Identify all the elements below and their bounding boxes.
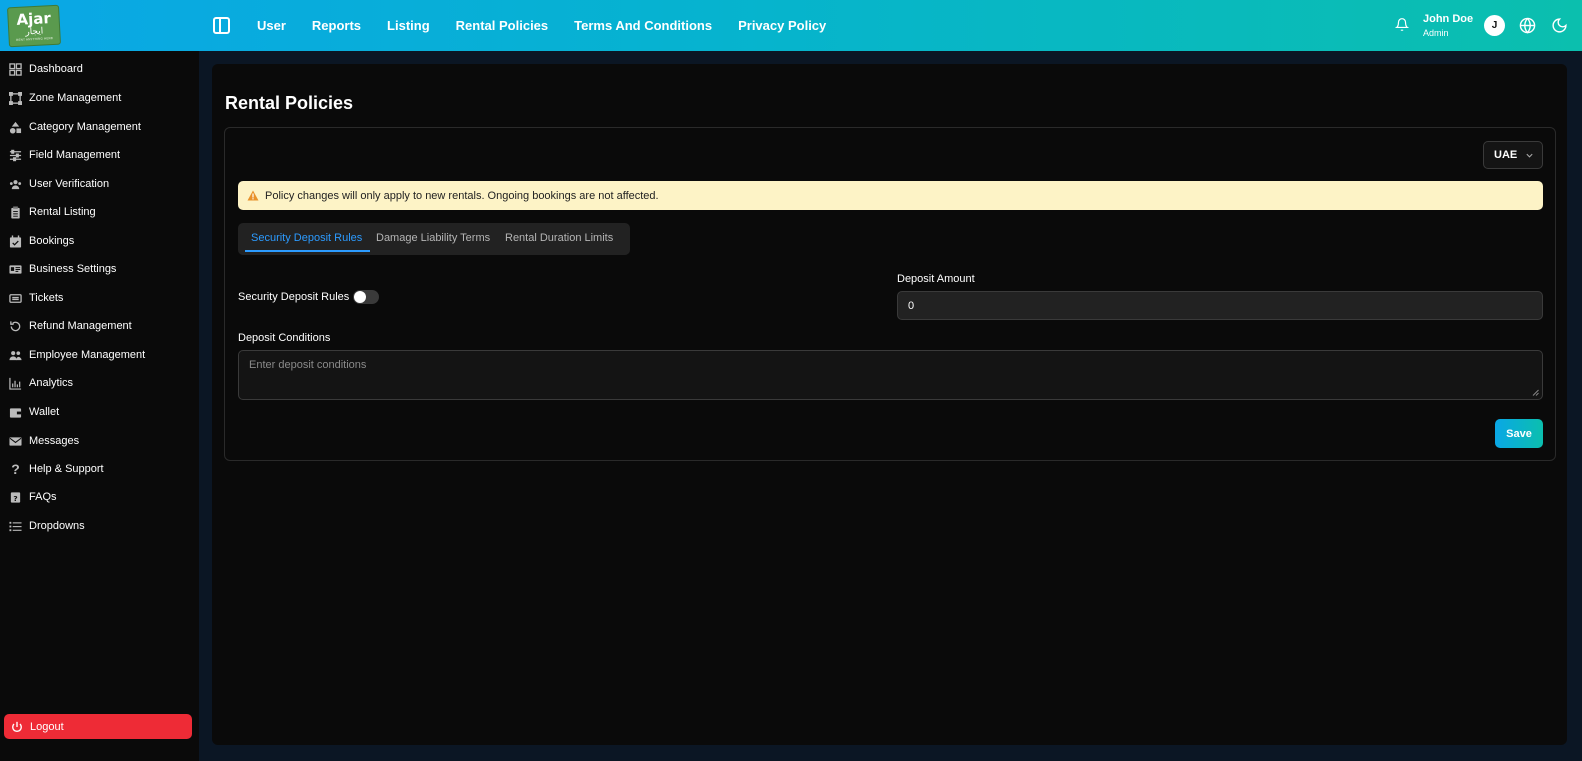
sidebar-item-refund-management[interactable]: Refund Management (9, 317, 132, 335)
sliders-icon (9, 149, 22, 162)
deposit-conditions-textarea[interactable]: Enter deposit conditions (238, 350, 1543, 400)
alert-text: Policy changes will only apply to new re… (265, 189, 659, 202)
dashboard-icon (9, 62, 22, 76)
question-icon: ? (11, 461, 20, 477)
sidebar-item-label: Analytics (29, 377, 74, 389)
sidebar-item-tickets[interactable]: Tickets (9, 289, 63, 307)
calendar-icon (9, 234, 22, 248)
logo-text: Ajar (16, 8, 52, 29)
sidebar-item-label: Employee Management (29, 349, 146, 361)
list-icon (9, 520, 22, 533)
employees-icon (9, 349, 22, 362)
nav-terms-and-conditions[interactable]: Terms And Conditions (574, 18, 712, 33)
sidebar-item-dashboard[interactable]: Dashboard (9, 60, 83, 78)
logo-tagline: RENT ANYTHING HERE (16, 35, 54, 42)
logout-label: Logout (30, 720, 64, 733)
sidebar-item-analytics[interactable]: Analytics (9, 374, 73, 392)
chevron-down-icon (1526, 153, 1533, 158)
save-button[interactable]: Save (1495, 419, 1543, 448)
toggle-knob (354, 291, 366, 303)
sidebar-item-label: Business Settings (29, 263, 117, 275)
ticket-icon (9, 292, 22, 305)
power-icon (12, 721, 22, 732)
moon-icon[interactable] (1551, 17, 1568, 34)
deposit-amount-input[interactable]: 0 (897, 291, 1543, 320)
svg-text:?: ? (13, 493, 17, 502)
sidebar-item-user-verification[interactable]: User Verification (9, 175, 109, 193)
sidebar-item-label: Dropdowns (29, 520, 85, 532)
sidebar-item-employee-management[interactable]: Employee Management (9, 346, 145, 364)
globe-icon[interactable] (1519, 17, 1536, 34)
sidebar-item-label: Bookings (29, 235, 75, 247)
policy-alert: Policy changes will only apply to new re… (238, 181, 1543, 210)
sidebar-item-label: Dashboard (29, 63, 83, 75)
avatar[interactable]: J (1484, 15, 1505, 36)
sidebar-item-label: Tickets (29, 292, 64, 304)
security-deposit-toggle[interactable] (353, 290, 379, 304)
sidebar-item-faqs[interactable]: ? FAQs (9, 488, 57, 506)
user-name: John Doe (1423, 13, 1474, 25)
sidebar-item-zone-management[interactable]: Zone Management (9, 89, 121, 107)
sidebar-item-bookings[interactable]: Bookings (9, 232, 74, 250)
top-bar: Ajar ايجار RENT ANYTHING HERE User Repor… (0, 0, 1582, 51)
sidebar-toggle-icon[interactable] (213, 17, 230, 34)
sidebar-item-category-management[interactable]: Category Management (9, 118, 141, 136)
clipboard-icon (9, 205, 22, 219)
sidebar-item-wallet[interactable]: Wallet (9, 403, 59, 421)
sidebar-item-label: Zone Management (29, 92, 122, 104)
id-card-icon (9, 263, 22, 276)
top-navigation: User Reports Listing Rental Policies Ter… (257, 0, 826, 51)
country-select-value: UAE (1494, 149, 1518, 161)
country-select[interactable]: UAE (1483, 141, 1543, 169)
nav-listing[interactable]: Listing (387, 18, 430, 33)
nav-reports[interactable]: Reports (312, 18, 361, 33)
sidebar-item-dropdowns[interactable]: Dropdowns (9, 517, 85, 535)
ajar-logo[interactable]: Ajar ايجار RENT ANYTHING HERE (6, 4, 62, 48)
faq-icon: ? (9, 491, 22, 504)
tab-rental-duration-limits[interactable]: Rental Duration Limits (505, 232, 613, 244)
analytics-icon (9, 377, 22, 390)
sidebar-item-business-settings[interactable]: Business Settings (9, 260, 116, 278)
deposit-amount-label: Deposit Amount (897, 273, 975, 285)
sidebar-item-rental-listing[interactable]: Rental Listing (9, 203, 96, 221)
sidebar-item-label: Messages (29, 435, 80, 447)
deposit-conditions-label: Deposit Conditions (238, 332, 331, 344)
wallet-icon (9, 406, 22, 419)
user-role: Admin (1423, 28, 1449, 38)
nav-rental-policies[interactable]: Rental Policies (456, 18, 548, 33)
sidebar-item-label: Rental Listing (29, 206, 96, 218)
sidebar-item-label: Refund Management (29, 320, 132, 332)
users-icon (9, 178, 22, 191)
tab-security-deposit-rules[interactable]: Security Deposit Rules (251, 232, 362, 244)
sidebar-item-help-and-support[interactable]: ? Help & Support (9, 460, 104, 478)
save-button-label: Save (1506, 427, 1532, 440)
textarea-placeholder: Enter deposit conditions (249, 359, 367, 371)
sidebar-item-label: User Verification (29, 178, 110, 190)
sidebar-item-label: Category Management (29, 121, 141, 133)
sidebar-item-field-management[interactable]: Field Management (9, 146, 120, 164)
zone-icon (9, 91, 22, 105)
security-deposit-rules-label: Security Deposit Rules (238, 291, 350, 303)
sidebar-item-label: Help & Support (29, 463, 104, 475)
sidebar-item-label: FAQs (29, 491, 57, 503)
resize-handle-icon[interactable] (1532, 389, 1539, 396)
tab-damage-liability-terms[interactable]: Damage Liability Terms (376, 232, 490, 244)
logout-button[interactable]: Logout (4, 714, 192, 739)
bell-icon[interactable] (1395, 17, 1409, 32)
active-tab-indicator (245, 250, 370, 252)
sidebar-item-label: Field Management (29, 149, 121, 161)
sidebar-item-label: Wallet (29, 406, 60, 418)
sidebar-item-messages[interactable]: Messages (9, 432, 79, 450)
warning-icon (247, 190, 259, 201)
nav-user[interactable]: User (257, 18, 286, 33)
category-icon (9, 121, 22, 134)
nav-privacy-policy[interactable]: Privacy Policy (738, 18, 826, 33)
page-title: Rental Policies (225, 93, 354, 113)
mail-icon (9, 435, 22, 448)
refund-icon (9, 320, 22, 333)
